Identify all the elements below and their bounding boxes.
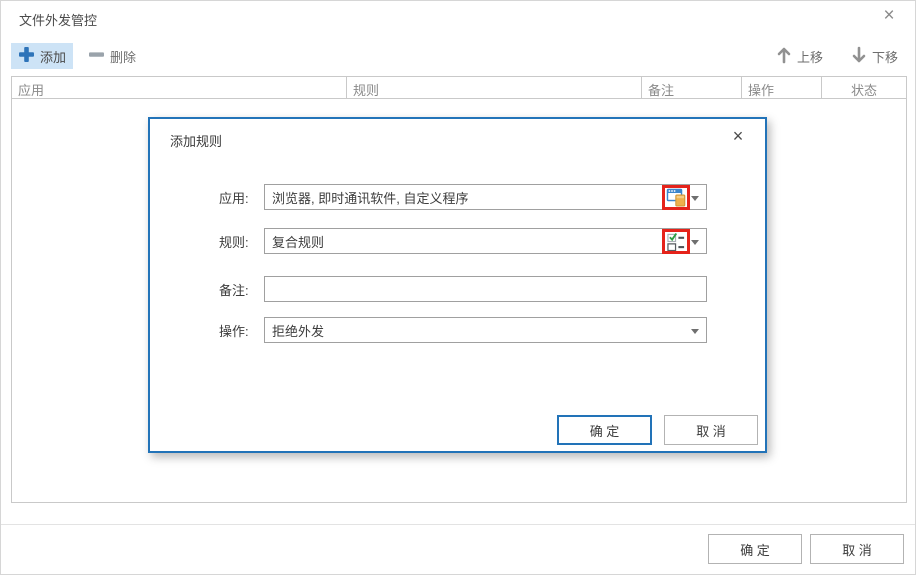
dialog-ok-button[interactable]: 确 定 <box>557 415 652 445</box>
dialog-cancel-label: 取 消 <box>696 421 726 440</box>
close-icon: × <box>733 126 744 147</box>
column-header-status: 状态 <box>822 77 906 98</box>
chevron-down-icon <box>691 196 699 205</box>
add-button[interactable]: 添加 <box>11 43 73 69</box>
action-combobox-value: 拒绝外发 <box>272 321 324 340</box>
move-down-button[interactable]: 下移 <box>844 43 905 69</box>
field-row-note: 备注: <box>219 276 707 302</box>
arrow-down-icon <box>851 46 867 67</box>
add-rule-dialog: 添加规则 × 应用: 浏览器, 即时通讯软件, 自定义程序 <box>148 117 767 453</box>
rule-combobox-value: 复合规则 <box>272 232 324 251</box>
chevron-down-icon <box>691 240 699 249</box>
dialog-cancel-button[interactable]: 取 消 <box>664 415 758 445</box>
rule-combobox[interactable]: 复合规则 <box>264 228 707 254</box>
action-combobox[interactable]: 拒绝外发 <box>264 317 707 343</box>
note-input-wrapper <box>264 276 707 302</box>
rule-icon-red-highlight <box>662 229 690 254</box>
window-cancel-button[interactable]: 取 消 <box>810 534 904 564</box>
app-icon-red-highlight <box>662 185 690 210</box>
rule-field-label: 规则: <box>219 232 264 251</box>
delete-button-label: 删除 <box>110 47 136 66</box>
app-combobox[interactable]: 浏览器, 即时通讯软件, 自定义程序 <box>264 184 707 210</box>
table-header-row: 应用 规则 备注 操作 状态 <box>12 77 906 99</box>
window-ok-button[interactable]: 确 定 <box>708 534 802 564</box>
add-button-label: 添加 <box>40 47 66 66</box>
chevron-down-icon <box>691 329 699 338</box>
footer-divider <box>1 524 916 525</box>
dialog-ok-label: 确 定 <box>590 421 620 440</box>
field-row-app: 应用: 浏览器, 即时通讯软件, 自定义程序 <box>219 184 707 210</box>
note-input[interactable] <box>272 277 699 301</box>
app-field-label: 应用: <box>219 188 264 207</box>
window-cancel-label: 取 消 <box>842 540 872 559</box>
window-title: 文件外发管控 <box>19 10 97 29</box>
note-field-label: 备注: <box>219 280 264 299</box>
field-row-rule: 规则: 复合规则 <box>219 228 707 254</box>
file-outgoing-control-window: 文件外发管控 × 添加 删除 上移 下移 <box>0 0 916 575</box>
window-close-button[interactable]: × <box>875 3 903 29</box>
column-header-app: 应用 <box>12 77 347 98</box>
plus-icon <box>18 46 35 66</box>
action-field-label: 操作: <box>219 321 264 340</box>
field-row-action: 操作: 拒绝外发 <box>219 317 707 343</box>
toolbar-left: 添加 删除 <box>11 43 143 69</box>
window-ok-label: 确 定 <box>740 540 770 559</box>
column-header-note: 备注 <box>642 77 742 98</box>
toolbar-right: 上移 下移 <box>769 43 905 69</box>
dialog-title: 添加规则 <box>170 131 222 150</box>
column-header-action: 操作 <box>742 77 822 98</box>
move-up-label: 上移 <box>797 47 823 66</box>
move-up-button[interactable]: 上移 <box>769 43 830 69</box>
arrow-up-icon <box>776 46 792 67</box>
dialog-close-button[interactable]: × <box>725 123 751 149</box>
app-combobox-value: 浏览器, 即时通讯软件, 自定义程序 <box>272 188 468 207</box>
checklist-icon <box>667 232 686 251</box>
app-window-icon <box>666 188 686 207</box>
column-header-rule: 规则 <box>347 77 642 98</box>
close-icon: × <box>883 5 894 27</box>
move-down-label: 下移 <box>872 47 898 66</box>
delete-button[interactable]: 删除 <box>81 43 143 69</box>
minus-icon <box>88 46 105 66</box>
